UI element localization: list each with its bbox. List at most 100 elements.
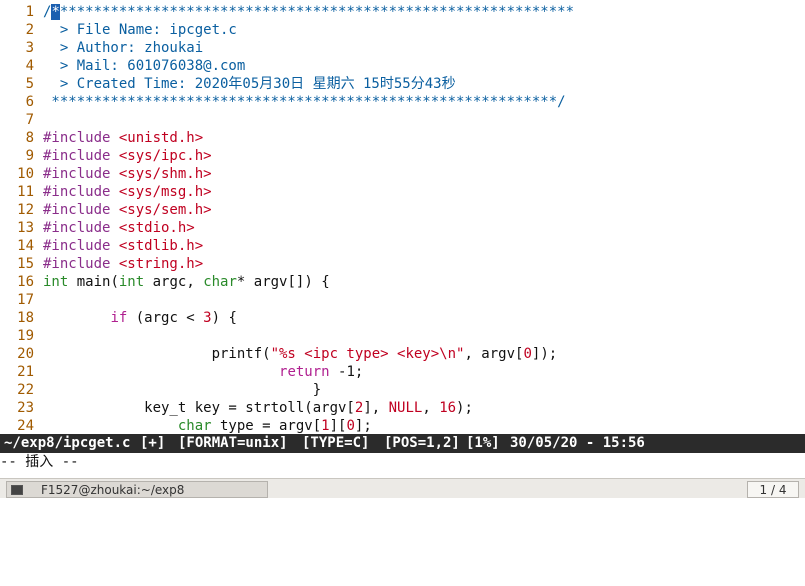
line-number: 12: [17, 202, 34, 218]
code-token: }: [43, 382, 322, 398]
code-token: #include: [43, 148, 119, 164]
code-token: key_t key = strtoll(argv[: [43, 400, 355, 416]
line-number: 16: [17, 274, 34, 290]
code-token: main(: [68, 274, 119, 290]
code-token: 0: [523, 346, 532, 362]
code-token: > File Name: ipcget.c: [43, 22, 237, 38]
line-number: 7: [25, 112, 34, 128]
code-token: <stdio.h>: [118, 220, 195, 236]
code-token: ****************************************…: [59, 4, 575, 20]
line-code: /***************************************…: [43, 3, 574, 21]
status-format: [FORMAT=unix]: [178, 435, 288, 451]
code-token: ) {: [211, 310, 237, 326]
line-code: > Author: zhoukai: [43, 39, 203, 57]
code-token: <stdlib.h>: [118, 238, 204, 254]
taskbar-window-terminal[interactable]: F1527@zhoukai:~/exp8: [6, 481, 268, 498]
code-token: ****************************************…: [43, 94, 566, 110]
code-token: <sys/msg.h>: [118, 184, 212, 200]
line-number: 21: [17, 364, 34, 380]
code-token: ][: [329, 418, 347, 433]
line-number: 1: [25, 4, 34, 20]
code-token: 1: [321, 418, 330, 433]
line-code: > Created Time: 2020年05月30日 星期六 15时55分43…: [43, 75, 456, 93]
vim-mode-indicator: -- 插入 --: [0, 454, 79, 470]
code-token: int: [43, 274, 69, 290]
status-filename: ~/exp8/ipcget.c: [4, 435, 131, 451]
code-token: #include: [43, 238, 119, 254]
line-code: return -1;: [43, 363, 363, 381]
line-number: 9: [25, 148, 34, 164]
code-token: #include: [43, 202, 119, 218]
line-code: #include <sys/msg.h>: [43, 183, 212, 201]
line-number: 24: [17, 418, 34, 433]
line-number: 4: [25, 58, 34, 74]
status-type: [TYPE=C]: [302, 435, 370, 451]
line-code: }: [43, 381, 321, 399]
code-token: type = argv[: [211, 418, 322, 433]
line-number: 8: [25, 130, 34, 146]
code-token: -1;: [329, 364, 364, 380]
code-token: 0: [346, 418, 355, 433]
code-token: );: [456, 400, 473, 416]
line-code: > File Name: ipcget.c: [43, 21, 237, 39]
line-number: 17: [17, 292, 34, 308]
code-token: * argv[]) {: [236, 274, 330, 290]
line-code: #include <unistd.h>: [43, 129, 203, 147]
line-number: 13: [17, 220, 34, 236]
line-code: #include <sys/sem.h>: [43, 201, 212, 219]
status-percent: [1%]: [466, 435, 500, 451]
code-token: ],: [363, 400, 389, 416]
code-token: char: [177, 418, 212, 433]
line-number: 3: [25, 40, 34, 56]
line-number: 15: [17, 256, 34, 272]
code-token: #include: [43, 184, 119, 200]
line-code: #include <string.h>: [43, 255, 203, 273]
line-number: 23: [17, 400, 34, 416]
line-code: if (argc < 3) {: [43, 309, 237, 327]
code-token: <string.h>: [118, 256, 204, 272]
code-token: argc,: [144, 274, 204, 290]
code-token: <sys/ipc.h>: [118, 148, 212, 164]
line-number: 18: [17, 310, 34, 326]
code-token: <unistd.h>: [118, 130, 204, 146]
line-number: 20: [17, 346, 34, 362]
line-code: #include <stdio.h>: [43, 219, 195, 237]
taskbar: F1527@zhoukai:~/exp8 1 / 4: [0, 478, 805, 498]
code-token: <sys/shm.h>: [118, 166, 212, 182]
code-token: #include: [43, 256, 119, 272]
taskbar-window-label: F1527@zhoukai:~/exp8: [41, 483, 185, 497]
code-token: (argc <: [127, 310, 204, 326]
line-code: #include <sys/shm.h>: [43, 165, 212, 183]
line-code: #include <stdlib.h>: [43, 237, 203, 255]
code-token: return: [279, 364, 330, 380]
code-token: 16: [439, 400, 457, 416]
code-token: char: [203, 274, 237, 290]
terminal-icon: [11, 485, 23, 495]
code-token: > Author: zhoukai: [43, 40, 204, 56]
code-token: #include: [43, 166, 119, 182]
line-number: 14: [17, 238, 34, 254]
vim-status-line: ~/exp8/ipcget.c [+] [FORMAT=unix] [TYPE=…: [0, 434, 805, 453]
line-number: 11: [17, 184, 34, 200]
line-code: char type = argv[1][0];: [43, 417, 372, 433]
code-token: NULL: [388, 400, 423, 416]
code-token: ]);: [531, 346, 558, 362]
status-position: [POS=1,2]: [384, 435, 460, 451]
line-number: 2: [25, 22, 34, 38]
line-code: int main(int argc, char* argv[]) {: [43, 273, 330, 291]
line-code: > Mail: 601076038@.com: [43, 57, 245, 75]
code-token: if: [110, 310, 128, 326]
line-code: ****************************************…: [43, 93, 566, 111]
code-token: > Mail: 601076038@.com: [43, 58, 246, 74]
code-token: "%s <ipc type> <key>\n": [270, 346, 465, 362]
line-number: 22: [17, 382, 34, 398]
line-code: key_t key = strtoll(argv[2], NULL, 16);: [43, 399, 473, 417]
line-number: 5: [25, 76, 34, 92]
editor-buffer[interactable]: 1 /**************************************…: [0, 0, 805, 433]
workspace-indicator[interactable]: 1 / 4: [747, 481, 799, 498]
code-token: 3: [203, 310, 212, 326]
code-token: > Created Time: 2020年05月30日 星期六 15时55分43…: [43, 76, 456, 92]
code-token: #include: [43, 130, 119, 146]
